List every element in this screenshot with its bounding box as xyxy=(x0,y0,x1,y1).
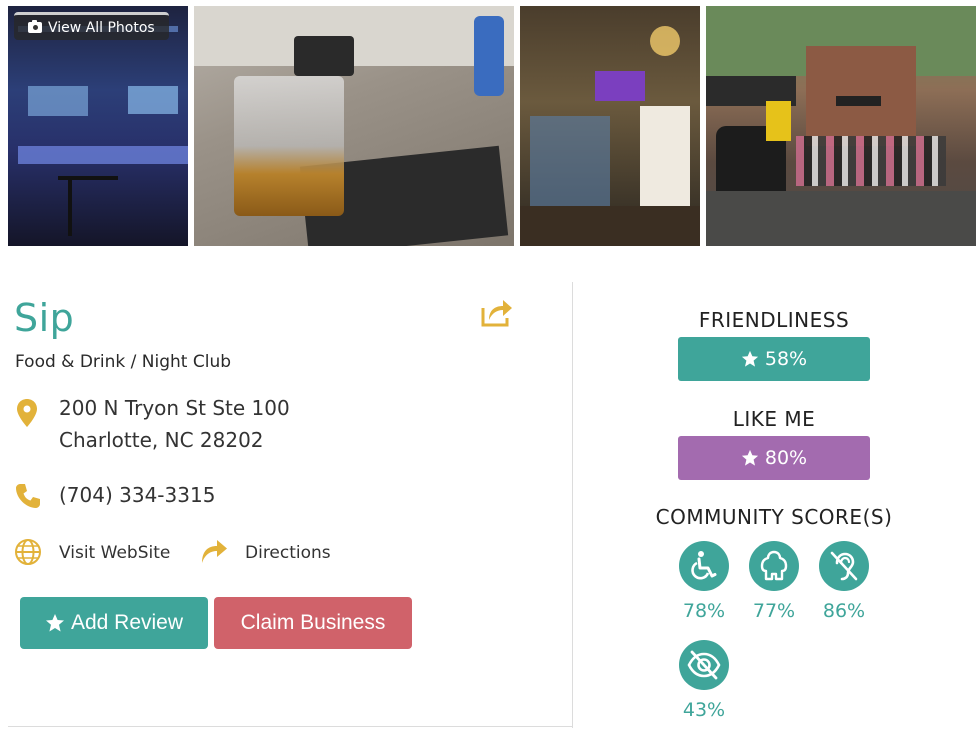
globe-icon xyxy=(15,539,41,565)
wheelchair-score: 78% xyxy=(682,600,726,622)
wheelchair-icon[interactable] xyxy=(679,541,729,591)
star-icon xyxy=(741,350,758,367)
star-icon xyxy=(45,614,64,632)
address-line-1: 200 N Tryon St Ste 100 xyxy=(59,396,290,420)
photo-storefront[interactable] xyxy=(706,6,976,246)
view-all-photos-label: View All Photos xyxy=(48,19,155,36)
person-score: 77% xyxy=(752,600,796,622)
share-icon[interactable] xyxy=(480,296,514,328)
photo-bar-tv[interactable] xyxy=(520,6,700,246)
phone-number-link[interactable]: (704) 334-3315 xyxy=(59,483,215,507)
like-me-title: LIKE ME xyxy=(732,407,816,431)
deaf-score: 86% xyxy=(822,600,866,622)
view-all-photos-button[interactable]: View All Photos xyxy=(14,12,169,40)
add-review-label: Add Review xyxy=(70,611,184,634)
community-scores-title: COMMUNITY SCORE(S) xyxy=(655,505,893,529)
camera-icon xyxy=(28,20,42,33)
add-review-button[interactable]: Add Review xyxy=(20,597,208,649)
eye-slash-score: 43% xyxy=(682,699,726,721)
address-line-2: Charlotte, NC 28202 xyxy=(59,428,264,452)
like-me-value: 80% xyxy=(764,447,808,469)
map-pin-icon xyxy=(17,399,37,427)
photo-drink[interactable] xyxy=(194,6,514,246)
directions-arrow-icon[interactable] xyxy=(200,537,228,565)
directions-link[interactable]: Directions xyxy=(245,543,331,563)
deaf-icon[interactable] xyxy=(819,541,869,591)
phone-icon xyxy=(16,484,40,508)
claim-business-label: Claim Business xyxy=(240,611,386,634)
friendliness-title: FRIENDLINESS xyxy=(698,308,850,332)
friendliness-score-bar: 58% xyxy=(678,337,870,381)
business-name: Sip xyxy=(14,296,75,340)
photo-bar-interior[interactable]: View All Photos xyxy=(8,6,188,246)
person-icon[interactable] xyxy=(749,541,799,591)
like-me-score-bar: 80% xyxy=(678,436,870,480)
column-divider xyxy=(572,282,573,728)
visit-website-link[interactable]: Visit WebSite xyxy=(59,543,170,563)
eye-slash-icon[interactable] xyxy=(679,640,729,690)
business-category: Food & Drink / Night Club xyxy=(15,352,232,372)
claim-business-button[interactable]: Claim Business xyxy=(214,597,412,649)
friendliness-value: 58% xyxy=(764,348,808,370)
star-icon xyxy=(741,449,758,466)
bottom-divider xyxy=(8,726,572,727)
